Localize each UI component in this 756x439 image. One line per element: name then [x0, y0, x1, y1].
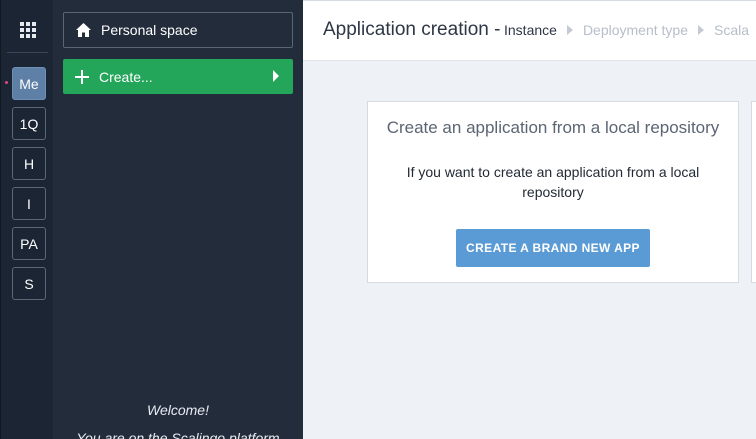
org-button-1q[interactable]: 1Q	[12, 107, 46, 140]
card-description: If you want to create an application fro…	[406, 164, 700, 200]
local-repo-card: Create an application from a local repos…	[367, 101, 739, 283]
org-button-me[interactable]: Me	[12, 67, 46, 100]
create-new-app-button[interactable]: CREATE A BRAND NEW APP	[456, 229, 650, 267]
apps-grid-button[interactable]	[1, 10, 54, 50]
rail-divider	[7, 52, 48, 53]
welcome-subtext: You are on the Scalingo platform	[76, 430, 280, 439]
step-breadcrumb: Instance Deployment type Scala	[504, 22, 749, 38]
org-button-h[interactable]: H	[12, 147, 46, 180]
welcome-text: Welcome!	[147, 402, 209, 418]
caret-right-icon	[272, 70, 280, 82]
card-title: Create an application from a local repos…	[386, 118, 720, 137]
active-indicator-dot	[5, 81, 8, 84]
personal-space-label: Personal space	[101, 22, 198, 38]
page-header: Application creation - Instance Deployme…	[303, 0, 756, 61]
apps-grid-icon	[19, 22, 36, 38]
page-title: Application creation -	[323, 19, 501, 40]
step-deployment-type[interactable]: Deployment type	[583, 22, 688, 38]
step-instance[interactable]: Instance	[504, 22, 557, 38]
org-button-s[interactable]: S	[12, 267, 46, 300]
next-card-edge	[751, 101, 756, 283]
step-scalability[interactable]: Scala	[714, 22, 749, 38]
org-button-pa[interactable]: PA	[12, 227, 46, 260]
home-icon	[75, 22, 92, 38]
breadcrumb-arrow-icon	[698, 25, 704, 35]
personal-space-button[interactable]: Personal space	[63, 12, 293, 48]
create-label: Create...	[99, 68, 153, 85]
breadcrumb-arrow-icon	[566, 25, 573, 35]
side-panel: Personal space Create... Welcome! You ar…	[53, 0, 303, 439]
org-button-i[interactable]: I	[12, 187, 46, 220]
org-rail: Me 1Q H I PA S	[0, 0, 53, 439]
plus-icon	[74, 69, 90, 85]
create-button[interactable]: Create...	[63, 59, 293, 94]
